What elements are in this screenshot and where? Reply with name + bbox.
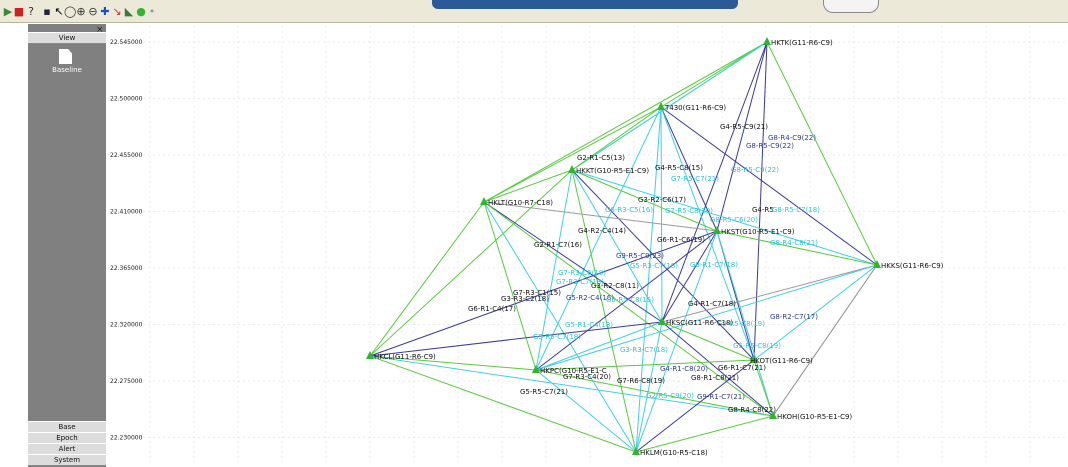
edge-t430-hklm[interactable]	[635, 106, 662, 453]
edge-hktk-hkot[interactable]	[753, 41, 768, 361]
node-label-hkcl: HKCL(G11-R6-C9)	[374, 353, 436, 361]
edge-label: G4-R5-C8(15)	[655, 164, 703, 172]
y-tick-label: 22.275000	[110, 378, 143, 385]
node-label-t430: T430(G11-R6-C9)	[664, 104, 726, 112]
node-marker-hktk[interactable]	[763, 37, 771, 45]
edge-label: G6-R1-C6(19)	[657, 236, 705, 244]
edge-label: G8-R5-C6(20)	[710, 216, 758, 224]
edge-label: G4-R2-C4(14)	[578, 227, 626, 235]
node-label-hkst: HKST(G10-R5-E1-C9)	[721, 228, 795, 236]
edge-label: G5-R1-C4(18)	[565, 321, 613, 329]
edge-hksc-hklm[interactable]	[635, 321, 663, 453]
network-edges	[369, 41, 878, 453]
edge-label: G3-R3-C2(18)	[501, 295, 549, 303]
edge-t430-hkpc[interactable]	[535, 106, 662, 371]
node-label-hkks: HKKS(G11-R6-C9)	[881, 262, 944, 270]
edge-label: G5-R3-C7(18)	[630, 262, 678, 270]
edge-hkkt-hklt[interactable]	[483, 169, 573, 203]
node-label-hkkt: HKKT(G10-R5-E1-C9)	[576, 167, 649, 175]
edge-label: G9-R5-C9(23)	[616, 252, 664, 260]
node-label-hklt: HKLT(G10-R7-C18)	[488, 199, 553, 207]
edge-label: G4-R1-C7(18)	[688, 300, 736, 308]
y-tick-label: 22.410000	[110, 209, 143, 216]
edge-label: G7-R5-C8(20)	[665, 207, 713, 215]
edge-hkoh-hkks[interactable]	[772, 264, 878, 417]
edge-label: G9-R5-C8(19)	[717, 320, 765, 328]
edge-label: G8-R5-C9(22)	[731, 166, 779, 174]
edge-label: G7-R3-C7(18)	[556, 278, 604, 286]
edge-label: G7-R3-C4(20)	[563, 373, 611, 381]
y-tick-label: 22.500000	[110, 96, 143, 103]
edge-label: G3-R2-C6(17)	[638, 196, 686, 204]
y-tick-label: 22.365000	[110, 265, 143, 272]
y-tick-label: 22.545000	[110, 39, 143, 46]
edge-label: G8-R5-C9(22)	[746, 142, 794, 150]
edge-label: G8-R1-C7(18)	[690, 261, 738, 269]
edge-label: G6-R1-C4(17)	[468, 305, 516, 313]
edge-t430-hksc[interactable]	[660, 106, 663, 323]
y-tick-label: 22.320000	[110, 322, 143, 329]
edge-label: G7-R6-C8(19)	[617, 377, 665, 385]
edge-hktk-hklt[interactable]	[483, 41, 768, 203]
edge-label: G3-R3-C7(18)	[620, 346, 668, 354]
y-axis-ticks: 22.545000 22.500000 22.455000 22.410000 22.3…	[110, 39, 143, 442]
edge-label: G5-R5-C7(18)	[533, 333, 581, 341]
edge-label: G8-R5-C7(18)	[772, 206, 820, 214]
edge-label: G8-R4-C8(21)	[770, 239, 818, 247]
edge-label: G8-R4-C9(22)	[768, 134, 816, 142]
edge-label: G6-R3-C5(16)	[605, 206, 653, 214]
edge-label: G2-R1-C7(16)	[534, 241, 582, 249]
edge-label: G9-R1-C7(21)	[697, 393, 745, 401]
edge-label: G7-R5-C7(21)	[671, 175, 719, 183]
edge-label: G4-R1-C8(20)	[660, 365, 708, 373]
edge-label: G5-R5-C8(19)	[733, 342, 781, 350]
node-label-hkoh: HKOH(G10-R5-E1-C9)	[777, 413, 852, 421]
edge-t430-hklt[interactable]	[483, 106, 662, 203]
edge-label: G4-R5	[752, 206, 774, 214]
edge-hkoh-hklm[interactable]	[635, 415, 774, 453]
network-plot[interactable]: 22.545000 22.500000 22.455000 22.410000 22.3…	[0, 0, 1068, 467]
node-label-hktk: HKTK(G11-R6-C9)	[771, 39, 833, 47]
edge-label: G6-R1-C7(21)	[718, 364, 766, 372]
edge-label: G5-R5-C7(21)	[520, 388, 568, 396]
y-tick-label: 22.230000	[110, 435, 143, 442]
edge-label: G2-R5-C9(20)	[646, 392, 694, 400]
edge-hkkt-hkcl[interactable]	[369, 169, 573, 357]
edge-label: G2-R1-C5(13)	[577, 154, 625, 162]
edge-label: G4-R5-C9(21)	[720, 123, 768, 131]
edge-label: G5-R5-C8(15)	[606, 296, 654, 304]
node-marker-hkkt[interactable]	[568, 165, 576, 173]
y-tick-label: 22.455000	[110, 152, 143, 159]
edge-label: G8-R2-C7(17)	[770, 313, 818, 321]
edge-hklt-hkcl[interactable]	[369, 201, 485, 357]
node-label-hklm: HKLM(G10-R5-C18)	[640, 449, 708, 457]
edge-hktk-t430[interactable]	[660, 41, 768, 108]
edge-hkst-hksc[interactable]	[661, 230, 718, 323]
edge-label: G8-R1-C8(21)	[691, 374, 739, 382]
edge-label: G7-R3-C6(18)	[558, 269, 606, 277]
edge-label: G8-R4-C8(22)	[728, 406, 776, 414]
plot-grid	[108, 26, 1068, 462]
